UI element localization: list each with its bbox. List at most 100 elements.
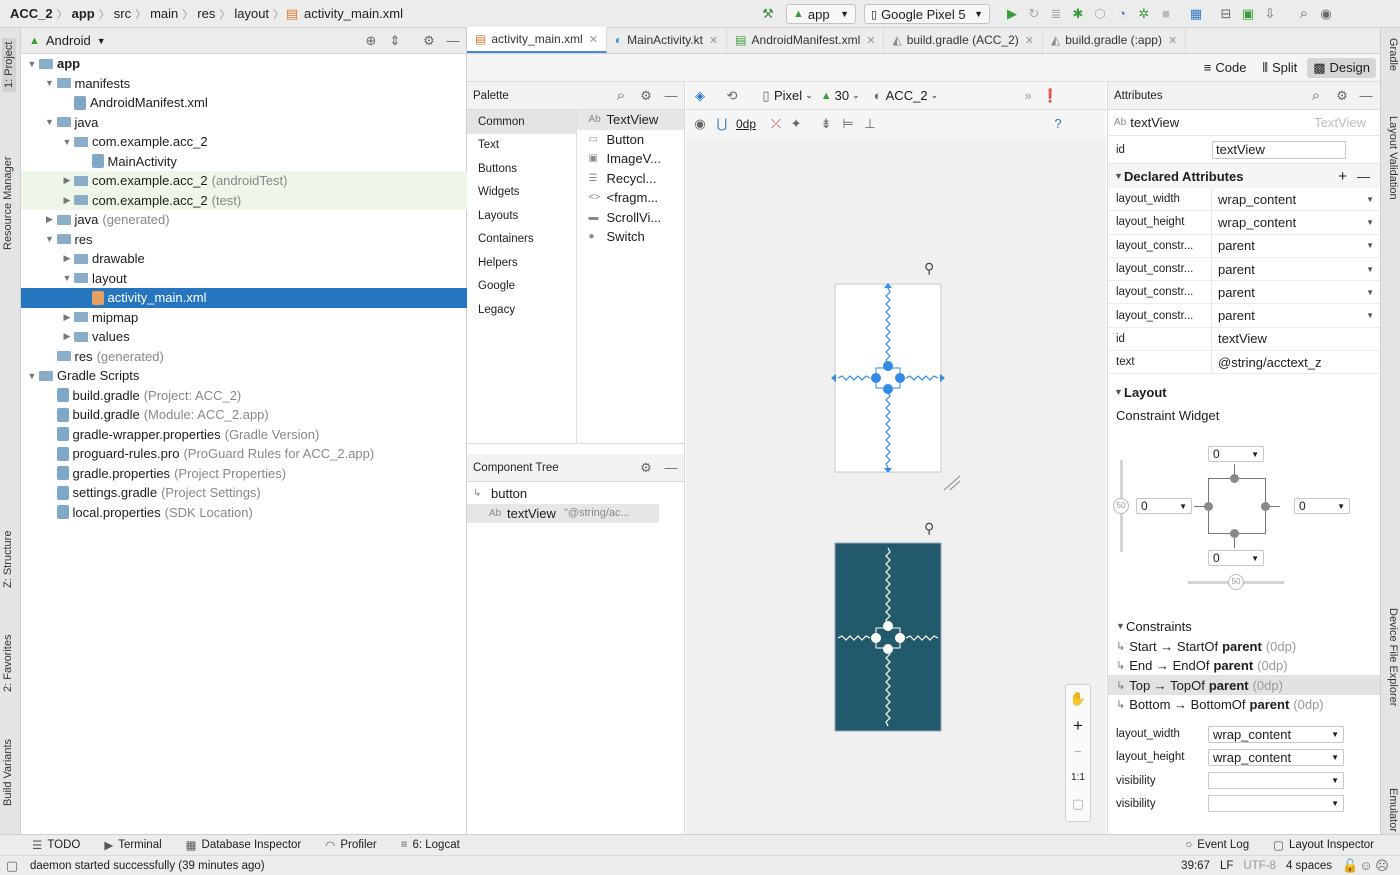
chevron-right-icon[interactable]: ▶ [60,331,74,342]
attribute-value[interactable]: wrap_content ▼ [1212,192,1380,207]
tree-item[interactable]: ▶ com.example.acc_2 (androidTest) [21,171,467,191]
tree-item[interactable]: ▶ mipmap [21,308,467,328]
palette-category[interactable]: Layouts [467,204,576,228]
constraint-item[interactable]: ↳ Start → StartOf parent (0dp) [1108,636,1380,656]
zoom-actual-button[interactable]: 1:1 [1071,765,1085,791]
constraint-item[interactable]: ↳ Bottom → BottomOf parent (0dp) [1108,695,1380,715]
component-tree-item[interactable]: Ab textView "@string/ac... [467,503,659,523]
chevron-down-icon[interactable]: ▼ [97,36,106,46]
palette-category[interactable]: Containers [467,228,576,252]
tab-favorites[interactable]: 2: Favorites [2,635,14,692]
pan-icon[interactable]: ✋ [1070,685,1086,713]
debugger-icon[interactable]: ✲ [1136,6,1152,22]
tree-item[interactable]: MainActivity [21,152,467,172]
orientation-icon[interactable]: ⟲ [724,88,740,104]
line-separator[interactable]: LF [1220,860,1233,872]
tree-item[interactable]: local.properties (SDK Location) [21,503,467,523]
project-view-mode[interactable]: Android [46,33,91,48]
margin-bottom-select[interactable]: 0 ▼ [1208,550,1264,567]
sync-icon[interactable]: ⊟ [1218,6,1234,22]
bottom-tool-button[interactable]: ◠ Profiler [325,838,376,852]
search-icon[interactable]: ⌕ [1296,6,1312,22]
remove-icon[interactable]: — [1357,169,1370,184]
tree-item[interactable]: AndroidManifest.xml [21,93,467,113]
tree-item[interactable]: ▼ manifests [21,74,467,94]
lock-icon[interactable]: 🔓 [1342,858,1358,874]
avd-manager-icon[interactable]: ▣ [1240,6,1256,22]
tree-item[interactable]: activity_main.xml [21,288,467,308]
expand-icon[interactable]: » [1020,88,1036,104]
horizontal-bias-handle[interactable]: 50 [1228,574,1244,591]
attribute-select[interactable]: ▼ [1208,772,1344,790]
palette-category[interactable]: Widgets [467,181,576,205]
palette-category[interactable]: Text [467,134,576,158]
breadcrumb-item[interactable]: src [110,6,135,21]
close-icon[interactable]: ✕ [866,34,875,47]
layers-icon[interactable]: ◈ [692,88,708,104]
gear-icon[interactable]: ⚙ [638,88,654,104]
align-icon[interactable]: ⊨ [840,116,856,132]
declared-attributes-header[interactable]: ▼ Declared Attributes + — [1108,164,1380,188]
file-encoding[interactable]: UTF-8 [1243,860,1276,872]
attribute-value[interactable]: parent ▼ [1212,262,1380,277]
tab-activity-main[interactable]: ▤ activity_main.xml ✕ [467,27,607,53]
chevron-right-icon[interactable]: ▶ [60,253,74,264]
help-icon[interactable]: ? [1050,116,1066,132]
zoom-out-button[interactable]: − [1074,739,1082,765]
tree-item[interactable]: ▼ java [21,113,467,133]
bottom-tool-button[interactable]: ▶ Terminal [104,838,161,852]
constraint-item[interactable]: ↳ End → EndOf parent (0dp) [1108,656,1380,676]
tab-layout-validation[interactable]: Layout Validation [1387,116,1399,200]
status-message[interactable]: daemon started successfully (39 minutes … [30,860,265,872]
design-preview[interactable]: ⚲ [831,260,961,491]
tab-resource-manager[interactable]: Resource Manager [2,156,14,250]
palette-item-button[interactable]: ▭ Button [577,130,685,150]
chevron-right-icon[interactable]: ▶ [43,214,57,225]
palette-category[interactable]: Common [467,110,576,134]
tree-item[interactable]: ▼ app [21,54,467,74]
apply-code-icon[interactable]: ≣ [1048,6,1064,22]
chevron-down-icon[interactable]: ▼ [60,137,74,147]
collapse-all-icon[interactable]: ⇕ [387,33,403,49]
split-view-button[interactable]: ⫴ Split [1256,58,1303,78]
chevron-down-icon[interactable]: ▼ [25,371,39,381]
chevron-down-icon[interactable]: ▼ [1366,241,1374,250]
chevron-down-icon[interactable]: ▼ [43,117,57,127]
palette-item-recyclerview[interactable]: ☰ Recycl... [577,169,685,189]
tree-item[interactable]: build.gradle (Project: ACC_2) [21,386,467,406]
tree-item[interactable]: ▶ com.example.acc_2 (test) [21,190,467,210]
chevron-down-icon[interactable]: ▼ [43,78,57,88]
bottom-tool-button[interactable]: ▦ Database Inspector [186,838,302,852]
breadcrumb-item[interactable]: layout [230,6,273,21]
tree-item[interactable]: gradle-wrapper.properties (Gradle Version… [21,425,467,445]
vertical-bias-handle[interactable]: 50 [1113,498,1129,515]
palette-category[interactable]: Google [467,275,576,299]
profile-icon[interactable]: ◔ [1114,6,1130,22]
palette-item-scrollview[interactable]: ▬ ScrollVi... [577,208,685,228]
palette-category[interactable]: Buttons [467,157,576,181]
warning-icon[interactable]: ❗ [1042,88,1058,104]
margin-left-select[interactable]: 0 ▼ [1136,498,1192,515]
sdk-manager-icon[interactable]: ⇩ [1262,6,1278,22]
constraints-header[interactable]: ▼ Constraints [1108,616,1380,636]
cursor-position[interactable]: 39:67 [1181,860,1210,872]
breadcrumb-item[interactable]: res [193,6,219,21]
palette-item-imageview[interactable]: ▣ ImageV... [577,149,685,169]
margin-top-select[interactable]: 0 ▼ [1208,446,1264,463]
bottom-tool-button[interactable]: ☰ TODO [32,838,80,852]
tab-build-gradle-project[interactable]: ◭ build.gradle (ACC_2) ✕ [884,27,1043,53]
device-select[interactable]: ▯ Google Pixel 5 ▼ [864,4,990,24]
close-icon[interactable]: ✕ [589,33,598,46]
chevron-right-icon[interactable]: ▶ [60,312,74,323]
project-structure-icon[interactable]: ▦ [1188,6,1204,22]
tree-item[interactable]: settings.gradle (Project Settings) [21,483,467,503]
attribute-value[interactable]: parent ▼ [1212,308,1380,323]
tree-item[interactable]: build.gradle (Module: ACC_2.app) [21,405,467,425]
stop-icon[interactable]: ■ [1158,6,1174,22]
chevron-down-icon[interactable]: ▼ [25,59,39,69]
guidelines-icon[interactable]: ⊥ [862,116,878,132]
minimize-icon[interactable]: — [663,460,679,476]
tree-item[interactable]: res (generated) [21,347,467,367]
bottom-tool-button[interactable]: ○ Event Log [1185,839,1249,851]
breadcrumb-item[interactable]: main [146,6,182,21]
